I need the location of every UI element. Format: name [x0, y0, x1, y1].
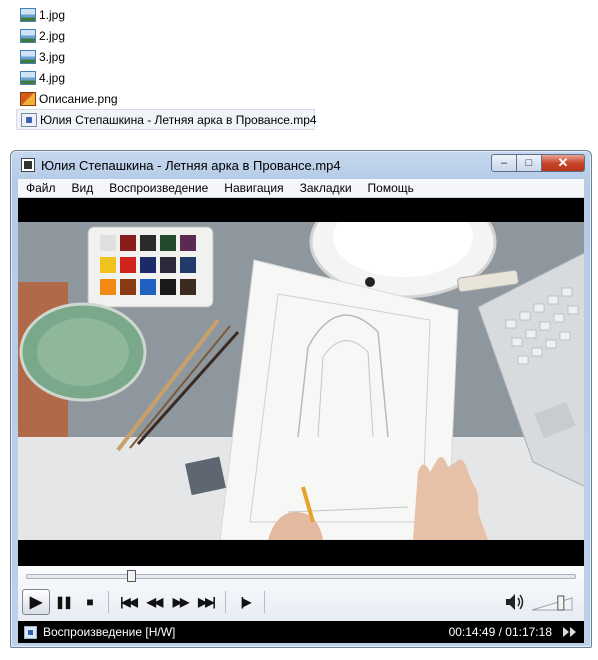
- previous-button[interactable]: |◀◀: [115, 590, 141, 614]
- separator: [108, 591, 109, 613]
- menu-help[interactable]: Помощь: [368, 181, 414, 195]
- maximize-button[interactable]: □: [516, 154, 542, 172]
- separator: [264, 591, 265, 613]
- app-icon[interactable]: [21, 158, 35, 172]
- control-buttons: ▶ ❚❚ ■ |◀◀ ◀◀ ▶▶ ▶▶| |▶: [22, 589, 271, 615]
- jpg-file-icon: [20, 70, 36, 85]
- menu-bar: Файл Вид Воспроизведение Навигация Закла…: [18, 179, 584, 198]
- jpg-file-icon: [20, 28, 36, 43]
- volume-icon[interactable]: [504, 592, 526, 612]
- play-button[interactable]: ▶: [22, 589, 50, 615]
- file-name: Описание.png: [39, 91, 118, 106]
- close-button[interactable]: ✕: [541, 154, 585, 172]
- pause-button[interactable]: ❚❚: [50, 590, 76, 614]
- window-buttons: ‒ □ ✕: [491, 154, 585, 172]
- frame-step-button[interactable]: |▶: [232, 590, 258, 614]
- file-name: 1.jpg: [39, 7, 66, 22]
- status-bar: Воспроизведение [H/W] 00:14:49 / 01:17:1…: [18, 621, 584, 643]
- time-display: 00:14:49 / 01:17:18: [448, 625, 552, 639]
- file-list: 1.jpg 2.jpg 3.jpg 4.jpg Описание.png Юли…: [16, 4, 346, 130]
- title-bar[interactable]: Юлия Степашкина - Летняя арка в Провансе…: [11, 151, 591, 179]
- file-name: Юлия Степашкина - Летняя арка в Провансе…: [40, 112, 317, 127]
- separator: [225, 591, 226, 613]
- file-item-video-mp4[interactable]: Юлия Степашкина - Летняя арка в Провансе…: [16, 109, 317, 130]
- file-item-4-jpg[interactable]: 4.jpg: [16, 67, 346, 88]
- volume-thumb[interactable]: [557, 595, 565, 611]
- fast-forward-button[interactable]: ▶▶: [167, 590, 193, 614]
- file-item-2-jpg[interactable]: 2.jpg: [16, 25, 346, 46]
- menu-bookmarks[interactable]: Закладки: [300, 181, 352, 195]
- jpg-file-icon: [20, 7, 36, 22]
- rewind-button[interactable]: ◀◀: [141, 590, 167, 614]
- window-title: Юлия Степашкина - Летняя арка в Провансе…: [41, 158, 341, 173]
- playback-controls: ▶ ❚❚ ■ |◀◀ ◀◀ ▶▶ ▶▶| |▶: [18, 566, 584, 621]
- minimize-button[interactable]: ‒: [491, 154, 517, 172]
- next-button[interactable]: ▶▶|: [193, 590, 219, 614]
- png-file-icon: [20, 91, 36, 106]
- status-text: Воспроизведение [H/W]: [43, 625, 176, 639]
- volume-slider[interactable]: [530, 594, 574, 612]
- mp4-file-icon: [21, 112, 37, 127]
- menu-file[interactable]: Файл: [26, 181, 56, 195]
- seek-bar[interactable]: [26, 570, 576, 582]
- file-item-3-jpg[interactable]: 3.jpg: [16, 46, 346, 67]
- file-item-1-jpg[interactable]: 1.jpg: [16, 4, 346, 25]
- jpg-file-icon: [20, 49, 36, 64]
- file-name: 4.jpg: [39, 70, 66, 85]
- menu-view[interactable]: Вид: [72, 181, 94, 195]
- file-item-description-png[interactable]: Описание.png: [16, 88, 346, 109]
- video-area[interactable]: [18, 198, 584, 566]
- video-frame: [18, 222, 584, 540]
- stop-button[interactable]: ■: [76, 590, 102, 614]
- seek-thumb[interactable]: [126, 570, 136, 582]
- menu-playback[interactable]: Воспроизведение: [109, 181, 208, 195]
- media-player-window: Юлия Степашкина - Летняя арка в Провансе…: [10, 150, 592, 648]
- file-name: 2.jpg: [39, 28, 66, 43]
- speed-icon[interactable]: [562, 626, 578, 638]
- menu-navigation[interactable]: Навигация: [224, 181, 283, 195]
- file-name: 3.jpg: [39, 49, 66, 64]
- status-icon: [24, 625, 37, 639]
